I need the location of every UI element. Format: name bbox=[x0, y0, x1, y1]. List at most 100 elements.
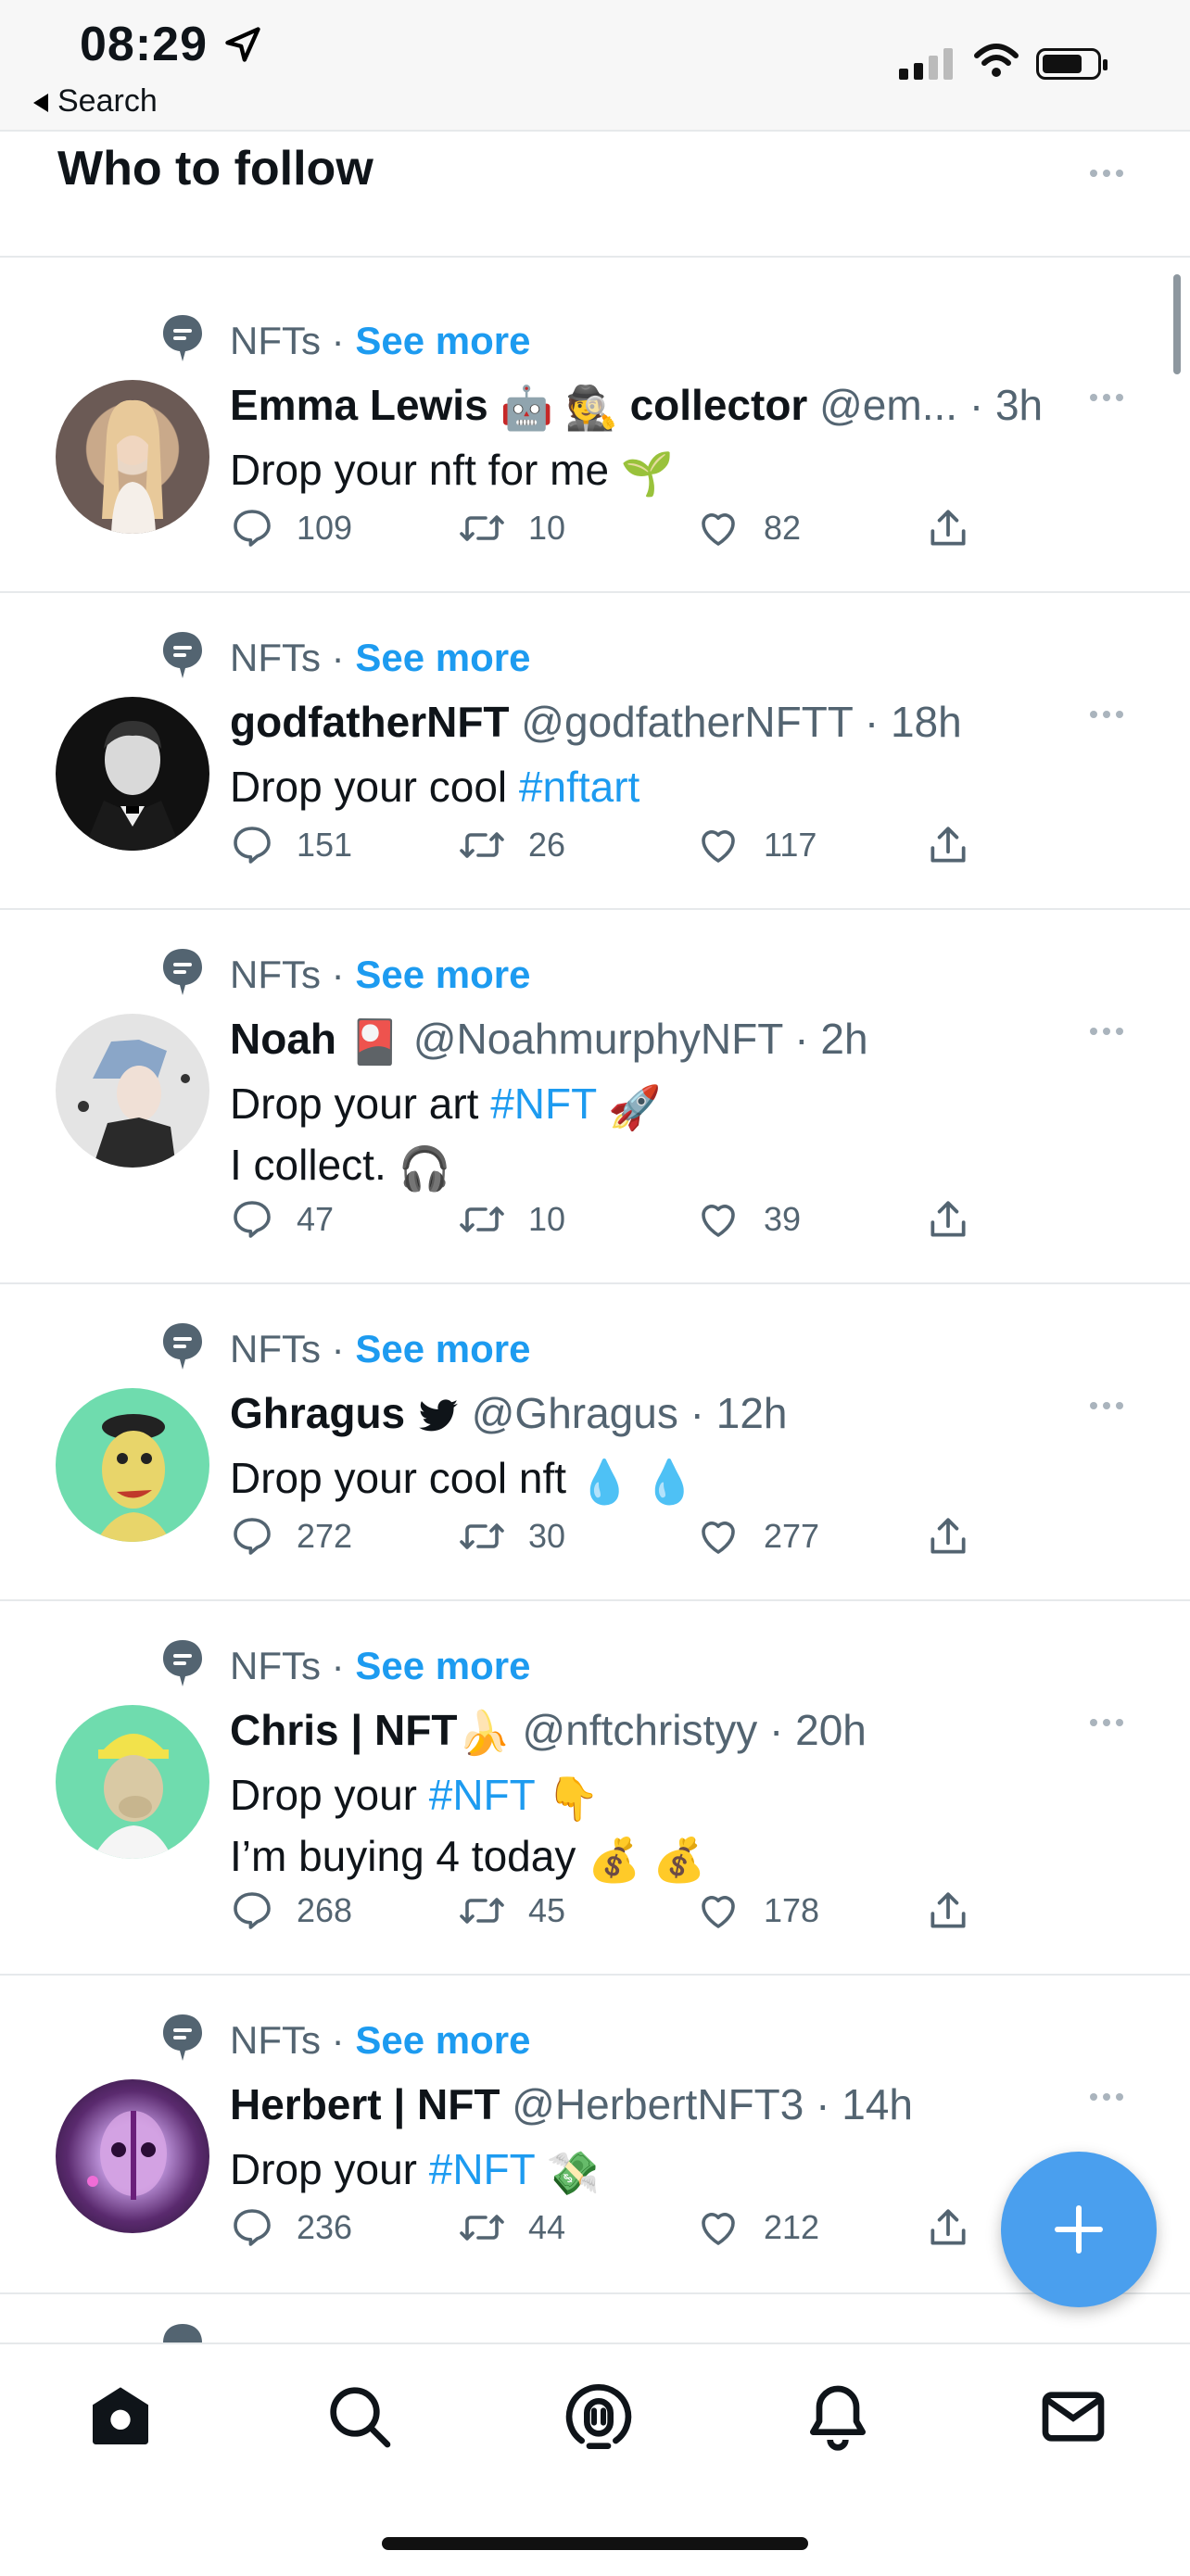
wifi-icon bbox=[974, 44, 1019, 77]
author-name[interactable]: godfatherNFT bbox=[230, 698, 510, 746]
tweet-card[interactable]: NFTs · See more Chris | NFT🍌 @nftchristy… bbox=[0, 1620, 1190, 1972]
notifications-bell-icon[interactable] bbox=[801, 2380, 875, 2454]
tweet-more-icon[interactable] bbox=[1090, 1714, 1131, 1726]
reply-button[interactable]: 109 bbox=[230, 506, 352, 550]
back-to-search-link[interactable]: Search bbox=[33, 83, 158, 120]
share-button[interactable] bbox=[925, 1888, 994, 1935]
tweet-text: Drop your #NFT 💸 bbox=[230, 2140, 600, 2202]
avatar[interactable] bbox=[56, 697, 209, 851]
spaces-icon[interactable] bbox=[562, 2380, 636, 2454]
author-handle: @nftchristyy bbox=[522, 1706, 758, 1754]
topic-icon bbox=[163, 315, 202, 361]
clock: 08:29 bbox=[80, 18, 208, 71]
more-options-icon[interactable] bbox=[1090, 165, 1131, 177]
like-button[interactable]: 82 bbox=[695, 506, 801, 550]
battery-icon bbox=[1036, 48, 1108, 80]
topic-icon bbox=[163, 949, 202, 995]
like-button[interactable]: 39 bbox=[695, 1197, 801, 1242]
like-button[interactable]: 212 bbox=[695, 2205, 819, 2250]
author-name[interactable]: Chris | NFT bbox=[230, 1706, 457, 1754]
retweet-icon bbox=[460, 1206, 504, 1232]
tweet-more-icon[interactable] bbox=[1090, 706, 1131, 718]
share-button[interactable] bbox=[925, 1514, 994, 1560]
see-more-link[interactable]: See more bbox=[355, 2018, 530, 2062]
share-icon bbox=[930, 2209, 966, 2245]
tweet-card[interactable]: NFTs · See more Emma Lewis 🤖 🕵️ collecto… bbox=[0, 295, 1190, 591]
author-name[interactable]: Noah bbox=[230, 1015, 336, 1063]
retweet-button[interactable]: 44 bbox=[458, 2205, 565, 2250]
like-button[interactable]: 117 bbox=[695, 823, 817, 867]
tweet-more-icon[interactable] bbox=[1090, 1023, 1131, 1035]
see-more-link[interactable]: See more bbox=[355, 319, 530, 362]
tweet-time: · 18h bbox=[864, 698, 962, 746]
author-handle: @em... bbox=[819, 381, 958, 429]
heart-icon bbox=[702, 1205, 735, 1237]
compose-tweet-button[interactable] bbox=[1001, 2152, 1157, 2307]
author-name[interactable]: Emma Lewis bbox=[230, 381, 488, 429]
avatar[interactable] bbox=[56, 1388, 209, 1542]
hashtag-link[interactable]: #NFT bbox=[429, 2145, 535, 2193]
see-more-link[interactable]: See more bbox=[355, 1644, 530, 1687]
tweet-actions: 268 45 178 bbox=[230, 1888, 990, 1940]
tweet-more-icon[interactable] bbox=[1090, 1397, 1131, 1409]
hashtag-link[interactable]: #nftart bbox=[519, 763, 639, 811]
home-icon[interactable] bbox=[83, 2380, 158, 2454]
retweet-button[interactable]: 10 bbox=[458, 506, 565, 550]
share-button[interactable] bbox=[925, 506, 994, 552]
reply-icon bbox=[234, 1201, 271, 1238]
see-more-link[interactable]: See more bbox=[355, 1327, 530, 1370]
retweet-button[interactable]: 10 bbox=[458, 1197, 565, 1242]
share-button[interactable] bbox=[925, 1197, 994, 1244]
see-more-link[interactable]: See more bbox=[355, 636, 530, 679]
back-label: Search bbox=[57, 83, 158, 119]
messages-envelope-icon[interactable] bbox=[1036, 2380, 1110, 2454]
hashtag-link[interactable]: #NFT bbox=[429, 1771, 535, 1819]
like-button[interactable]: 277 bbox=[695, 1514, 819, 1559]
see-more-link[interactable]: See more bbox=[355, 953, 530, 996]
hashtag-link[interactable]: #NFT bbox=[490, 1080, 596, 1128]
tweet-more-icon[interactable] bbox=[1090, 389, 1131, 401]
author-name[interactable]: Herbert | NFT bbox=[230, 2080, 500, 2128]
share-button[interactable] bbox=[925, 2205, 994, 2252]
reply-icon bbox=[234, 2209, 271, 2246]
reply-button[interactable]: 268 bbox=[230, 1888, 352, 1933]
home-indicator[interactable] bbox=[382, 2537, 808, 2550]
reply-button[interactable]: 272 bbox=[230, 1514, 352, 1559]
avatar[interactable] bbox=[56, 2079, 209, 2233]
cellular-signal-icon bbox=[899, 48, 958, 80]
share-button[interactable] bbox=[925, 823, 994, 869]
share-icon bbox=[930, 1892, 966, 1928]
retweet-button[interactable]: 45 bbox=[458, 1888, 565, 1933]
reply-icon bbox=[234, 1892, 271, 1929]
avatar[interactable] bbox=[56, 380, 209, 534]
retweet-icon bbox=[460, 832, 504, 858]
tweet-card[interactable]: NFTs · See more Ghragus @Ghragus · 12h D… bbox=[0, 1303, 1190, 1599]
reply-button[interactable]: 236 bbox=[230, 2205, 352, 2250]
tweet-time: · 3h bbox=[968, 381, 1044, 429]
author-name[interactable]: Ghragus bbox=[230, 1389, 405, 1437]
money-wings-emoji-icon: 💸 bbox=[546, 2148, 600, 2197]
robot-emoji-icon: 🤖 bbox=[500, 384, 553, 433]
reply-button[interactable]: 151 bbox=[230, 823, 352, 867]
topic-icon bbox=[163, 1640, 202, 1686]
retweet-button[interactable]: 30 bbox=[458, 1514, 565, 1559]
tweet-time: · 20h bbox=[769, 1706, 867, 1754]
topic-icon bbox=[163, 2014, 202, 2061]
avatar[interactable] bbox=[56, 1014, 209, 1168]
heart-icon bbox=[702, 513, 735, 546]
tweet-card[interactable]: NFTs · See more godfatherNFT @godfatherN… bbox=[0, 612, 1190, 908]
search-icon[interactable] bbox=[323, 2380, 397, 2454]
tweet-time: · 12h bbox=[690, 1389, 788, 1437]
retweet-button[interactable]: 26 bbox=[458, 823, 565, 867]
avatar[interactable] bbox=[56, 1705, 209, 1859]
reply-button[interactable]: 47 bbox=[230, 1197, 334, 1242]
reply-icon bbox=[234, 827, 271, 864]
heart-icon bbox=[702, 830, 735, 863]
like-button[interactable]: 178 bbox=[695, 1888, 819, 1933]
retweet-icon bbox=[460, 1523, 504, 1549]
tweet-text: Drop your nft for me 🌱 bbox=[230, 441, 674, 502]
tweet-more-icon[interactable] bbox=[1090, 2089, 1131, 2101]
author-line: Ghragus @Ghragus · 12h bbox=[230, 1388, 788, 1438]
tweet-text: Drop your cool nft 💧 💧 bbox=[230, 1449, 696, 1510]
tweet-card[interactable]: NFTs · See more Noah 🎴 @NoahmurphyNFT · … bbox=[0, 928, 1190, 1281]
